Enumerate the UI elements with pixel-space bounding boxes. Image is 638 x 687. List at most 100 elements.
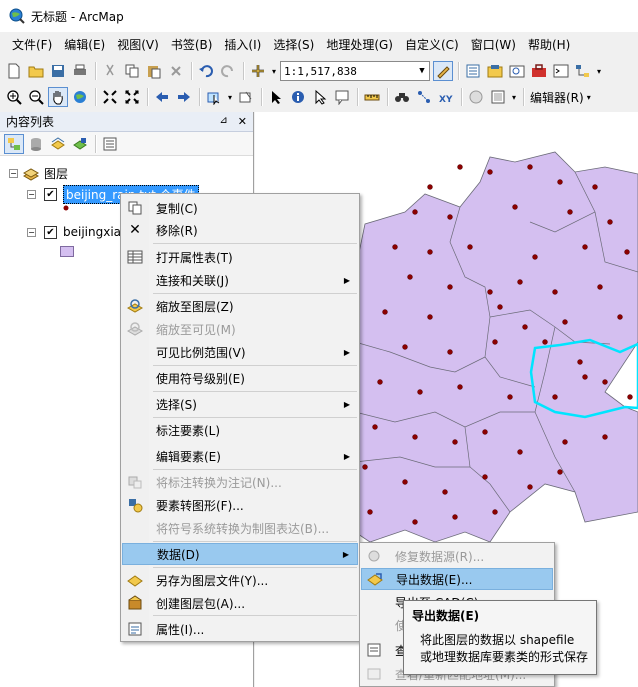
toc-toolbar	[0, 132, 253, 156]
options-icon[interactable]	[100, 134, 120, 154]
time-slider-icon[interactable]	[466, 87, 486, 107]
pin-icon[interactable]: ⊿	[219, 115, 227, 128]
menu-file[interactable]: 文件(F)	[6, 36, 58, 53]
toolbar-options-dropdown-icon[interactable]: ▾	[510, 87, 518, 107]
list-by-selection-icon[interactable]	[70, 134, 90, 154]
list-by-visibility-icon[interactable]	[48, 134, 68, 154]
close-icon[interactable]: ✕	[238, 115, 247, 128]
menu-item-joins-relates[interactable]: 连接和关联(J) ▶	[122, 269, 358, 291]
layer-label[interactable]: beijingxia	[63, 225, 121, 239]
hyperlink-icon[interactable]	[310, 87, 330, 107]
menu-view[interactable]: 视图(V)	[111, 36, 165, 53]
point-symbol[interactable]	[62, 204, 70, 212]
back-arrow-icon[interactable]	[152, 87, 172, 107]
menu-item-selection[interactable]: 选择(S) ▶	[122, 393, 358, 415]
menu-geoprocessing[interactable]: 地理处理(G)	[320, 36, 399, 53]
zoom-in-icon[interactable]	[4, 87, 24, 107]
editor-menu[interactable]: 编辑器(R) ▾	[528, 89, 591, 106]
cut-icon[interactable]	[100, 61, 120, 81]
list-by-drawing-order-icon[interactable]	[4, 133, 24, 154]
arctoolbox-icon[interactable]	[529, 61, 549, 81]
layer-visibility-checkbox[interactable]: ✔	[44, 188, 57, 201]
menu-item-label: 移除(R)	[156, 223, 198, 238]
catalog-icon[interactable]	[485, 61, 505, 81]
menu-item-edit-features[interactable]: 编辑要素(E) ▶	[122, 445, 358, 467]
redo-icon[interactable]	[218, 61, 238, 81]
menu-item-visible-scale-range[interactable]: 可见比例范围(V) ▶	[122, 341, 358, 363]
list-by-source-icon[interactable]	[26, 134, 46, 154]
menu-item-zoom-to-visible: 缩放至可见(M)	[122, 318, 358, 340]
fixed-zoom-out-icon[interactable]	[122, 87, 142, 107]
clear-selection-icon[interactable]	[236, 87, 256, 107]
add-data-icon[interactable]	[248, 61, 268, 81]
menu-item-properties[interactable]: 属性(I)...	[122, 618, 358, 640]
fixed-zoom-in-icon[interactable]	[100, 87, 120, 107]
chevron-down-icon[interactable]: ▼	[415, 66, 429, 76]
html-popup-icon[interactable]	[332, 87, 352, 107]
save-icon[interactable]	[48, 61, 68, 81]
go-to-xy-icon[interactable]: XY	[436, 87, 456, 107]
forward-arrow-icon[interactable]	[174, 87, 194, 107]
menu-insert[interactable]: 插入(I)	[218, 36, 267, 53]
measure-icon[interactable]	[362, 87, 382, 107]
python-window-icon[interactable]	[551, 61, 571, 81]
full-extent-globe-icon[interactable]	[70, 87, 90, 107]
menu-item-use-symbol-levels[interactable]: 使用符号级别(E)	[122, 367, 358, 389]
menu-item-copy[interactable]: 复制(C)	[122, 197, 358, 219]
layer-row-beijingxia[interactable]: − ✔ beijingxia	[27, 225, 121, 239]
submenu-item-export-data[interactable]: 导出数据(E)...	[361, 568, 553, 590]
toolbar-separator	[523, 88, 525, 106]
delete-icon[interactable]	[166, 61, 186, 81]
print-icon[interactable]	[70, 61, 90, 81]
menu-item-save-as-layer-file[interactable]: 另存为图层文件(Y)...	[122, 569, 358, 591]
menu-edit[interactable]: 编辑(E)	[58, 36, 111, 53]
submenu-arrow-icon: ▶	[342, 549, 349, 559]
collapse-icon[interactable]: −	[9, 169, 18, 178]
properties-icon	[122, 621, 148, 637]
select-features-icon[interactable]	[204, 87, 224, 107]
export-data-tooltip: 导出数据(E) 将此图层的数据以 shapefile 或地理数据库要素类的形式保…	[403, 600, 597, 675]
model-builder-icon[interactable]	[573, 61, 593, 81]
menu-item-label-features[interactable]: 标注要素(L)	[122, 419, 358, 441]
menu-bookmarks[interactable]: 书签(B)	[165, 36, 219, 53]
paste-icon[interactable]	[144, 61, 164, 81]
map-scale-combobox[interactable]: 1:1,517,838 ▼	[280, 61, 430, 81]
pan-hand-icon[interactable]	[48, 87, 68, 107]
copy-icon	[122, 200, 148, 216]
toolbar-separator	[261, 88, 263, 106]
select-elements-arrow-icon[interactable]	[266, 87, 286, 107]
menu-item-remove[interactable]: ✕ 移除(R)	[122, 219, 358, 241]
menu-help[interactable]: 帮助(H)	[522, 36, 576, 53]
open-folder-icon[interactable]	[26, 61, 46, 81]
polygon-symbol[interactable]	[60, 246, 74, 257]
attribute-table-icon	[122, 249, 148, 265]
menu-item-open-attribute-table[interactable]: 打开属性表(T)	[122, 246, 358, 268]
find-route-icon[interactable]	[414, 87, 434, 107]
toolbar-options-dropdown-icon[interactable]: ▾	[595, 61, 603, 81]
menu-separator	[153, 469, 357, 470]
find-binoculars-icon[interactable]	[392, 87, 412, 107]
search-window-icon[interactable]	[507, 61, 527, 81]
table-of-contents-icon[interactable]	[463, 61, 483, 81]
menu-windows[interactable]: 窗口(W)	[465, 36, 522, 53]
copy-icon[interactable]	[122, 61, 142, 81]
collapse-icon[interactable]: −	[27, 227, 36, 237]
editor-toolbar-icon[interactable]	[433, 61, 453, 81]
menu-item-create-layer-package[interactable]: 创建图层包(A)...	[122, 592, 358, 614]
menu-item-convert-features-to-graphics[interactable]: 要素转图形(F)...	[122, 494, 358, 516]
new-document-icon[interactable]	[4, 61, 24, 81]
menu-item-zoom-to-layer[interactable]: 缩放至图层(Z)	[122, 295, 358, 317]
zoom-out-icon[interactable]	[26, 87, 46, 107]
identify-icon[interactable]	[288, 87, 308, 107]
menu-customize[interactable]: 自定义(C)	[399, 36, 465, 53]
create-viewer-window-icon[interactable]	[488, 87, 508, 107]
layer-visibility-checkbox[interactable]: ✔	[44, 225, 57, 239]
undo-icon[interactable]	[196, 61, 216, 81]
menu-selection[interactable]: 选择(S)	[267, 36, 320, 53]
add-data-dropdown-icon[interactable]: ▾	[270, 61, 278, 81]
submenu-item-label: 修复数据源(R)...	[395, 549, 485, 564]
select-dropdown-icon[interactable]: ▾	[226, 87, 234, 107]
layers-group-row[interactable]: − 图层	[9, 165, 68, 182]
menu-item-data[interactable]: 数据(D) ▶	[122, 543, 358, 565]
collapse-icon[interactable]: −	[27, 190, 36, 199]
